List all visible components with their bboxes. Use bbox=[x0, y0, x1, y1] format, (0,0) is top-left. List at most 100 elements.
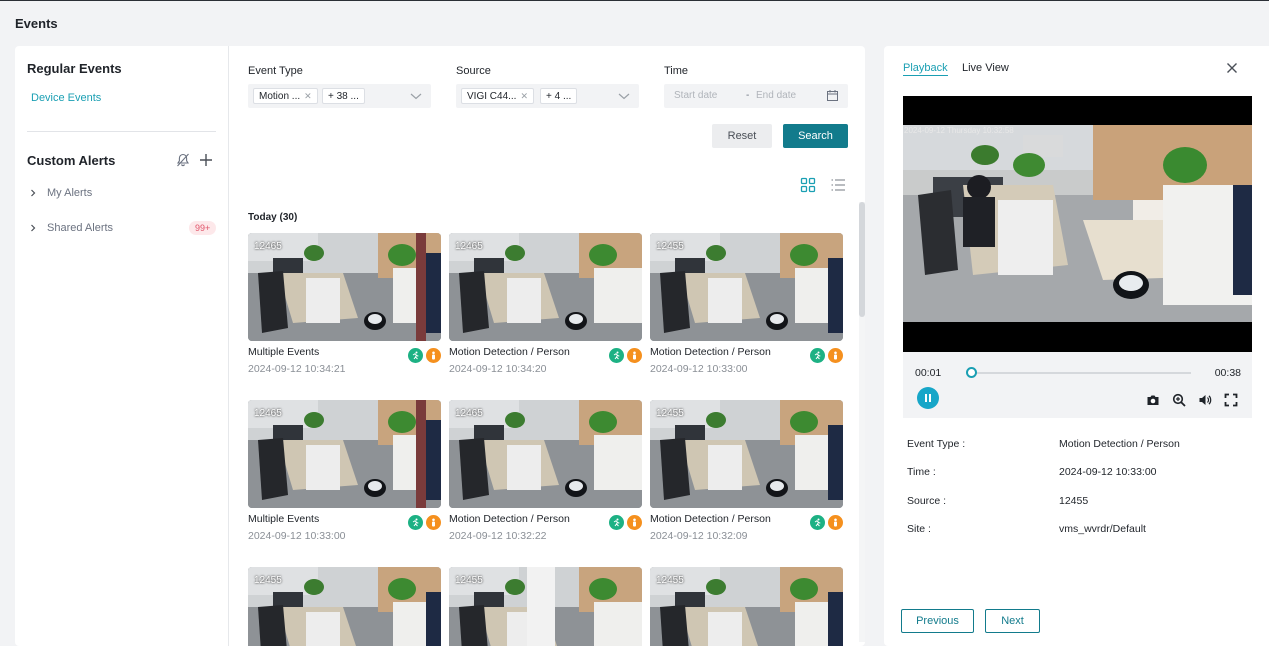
custom-alerts-title: Custom Alerts bbox=[27, 153, 116, 168]
chevron-down-icon bbox=[410, 93, 422, 100]
camera-id-label: 12465 bbox=[455, 408, 483, 419]
motion-icon bbox=[609, 348, 624, 363]
sidebar-item-my-alerts[interactable]: My Alerts bbox=[29, 187, 92, 199]
tab-playback[interactable]: Playback bbox=[903, 62, 948, 76]
event-time: 2024-09-12 10:34:21 bbox=[248, 363, 346, 375]
event-type-tag: Motion ... ✕ bbox=[253, 88, 318, 104]
event-type-icons bbox=[408, 515, 441, 530]
person-icon bbox=[627, 348, 642, 363]
tab-live-view[interactable]: Live View bbox=[962, 62, 1009, 74]
motion-icon bbox=[810, 515, 825, 530]
event-time: 2024-09-12 10:33:00 bbox=[248, 530, 346, 542]
camera-snapshot-icon[interactable] bbox=[1146, 393, 1160, 407]
sidebar-item-label: My Alerts bbox=[47, 187, 93, 199]
grid-view-icon[interactable] bbox=[800, 177, 816, 193]
sidebar-item-label: Shared Alerts bbox=[47, 222, 114, 234]
event-thumbnail[interactable]: 12455 bbox=[248, 567, 441, 646]
start-date-input[interactable]: Start date bbox=[674, 90, 717, 101]
event-thumbnail[interactable]: 12455 bbox=[650, 400, 843, 508]
detail-label: Time : bbox=[907, 466, 936, 478]
event-title: Motion Detection / Person bbox=[650, 513, 771, 525]
remove-tag-icon[interactable]: ✕ bbox=[520, 91, 528, 102]
source-label: Source bbox=[456, 65, 491, 77]
progress-handle[interactable] bbox=[966, 367, 978, 378]
event-thumbnail[interactable]: 12465 bbox=[248, 233, 441, 341]
events-main: Event Type Motion ... ✕ + 38 ... Source V… bbox=[230, 46, 865, 646]
remove-tag-icon[interactable]: ✕ bbox=[304, 91, 312, 102]
event-card[interactable]: 12465 Motion Detection / Person 2024-09-1… bbox=[449, 400, 642, 542]
event-type-icons bbox=[810, 515, 843, 530]
event-card[interactable]: 12455 Motion Detection / Person 2024-09-1… bbox=[650, 400, 843, 542]
source-select[interactable]: VIGI C44... ✕ + 4 ... bbox=[456, 84, 639, 108]
event-thumbnail[interactable]: 12455 bbox=[449, 567, 642, 646]
event-card[interactable]: 12455 bbox=[650, 567, 843, 646]
event-time: 2024-09-12 10:34:20 bbox=[449, 363, 547, 375]
event-type-more-text: + 38 ... bbox=[328, 90, 359, 102]
search-button[interactable]: Search bbox=[783, 124, 848, 148]
regular-events-title: Regular Events bbox=[27, 61, 122, 76]
detail-value: Motion Detection / Person bbox=[1059, 438, 1180, 450]
video-frame-image bbox=[903, 125, 1252, 322]
event-thumbnail[interactable]: 12455 bbox=[650, 233, 843, 341]
source-more-tag: + 4 ... bbox=[540, 88, 578, 104]
end-date-input[interactable]: End date bbox=[756, 90, 796, 101]
scrollbar-thumb[interactable] bbox=[859, 202, 865, 317]
event-thumbnail[interactable]: 12465 bbox=[449, 233, 642, 341]
camera-id-label: 12455 bbox=[254, 575, 282, 586]
total-time: 00:38 bbox=[1214, 367, 1241, 379]
detail-label: Site : bbox=[907, 523, 931, 535]
event-thumbnail[interactable]: 12465 bbox=[248, 400, 441, 508]
page-title: Events bbox=[15, 16, 58, 31]
event-thumbnail[interactable]: 12465 bbox=[449, 400, 642, 508]
event-type-label: Event Type bbox=[248, 65, 303, 77]
list-view-icon[interactable] bbox=[830, 177, 846, 193]
events-panel: Regular Events Device Events Custom Aler… bbox=[15, 46, 865, 646]
fullscreen-icon[interactable] bbox=[1224, 393, 1238, 407]
event-card[interactable]: 12465 Multiple Events 2024-09-12 10:34:21 bbox=[248, 233, 441, 375]
shared-alerts-count-badge: 99+ bbox=[189, 221, 217, 235]
window-top-border bbox=[0, 0, 1269, 1]
event-card[interactable]: 12465 Multiple Events 2024-09-12 10:33:00 bbox=[248, 400, 441, 542]
event-time: 2024-09-12 10:33:00 bbox=[650, 363, 748, 375]
event-type-icons bbox=[408, 348, 441, 363]
current-time: 00:01 bbox=[915, 367, 942, 379]
detail-value: 12455 bbox=[1059, 495, 1089, 507]
next-button[interactable]: Next bbox=[985, 609, 1040, 633]
event-card[interactable]: 12455 bbox=[449, 567, 642, 646]
event-type-icons bbox=[609, 348, 642, 363]
playback-controls: 00:01 00:38 bbox=[903, 352, 1252, 418]
zoom-in-icon[interactable] bbox=[1172, 393, 1186, 407]
motion-icon bbox=[408, 515, 423, 530]
calendar-icon[interactable] bbox=[826, 89, 839, 102]
event-thumbnail[interactable]: 12455 bbox=[650, 567, 843, 646]
event-type-icons bbox=[810, 348, 843, 363]
chevron-right-icon bbox=[31, 189, 36, 197]
progress-track[interactable] bbox=[968, 372, 1191, 374]
camera-id-label: 12455 bbox=[656, 575, 684, 586]
event-card[interactable]: 12465 Motion Detection / Person 2024-09-1… bbox=[449, 233, 642, 375]
event-type-select[interactable]: Motion ... ✕ + 38 ... bbox=[248, 84, 431, 108]
source-more-text: + 4 ... bbox=[546, 90, 572, 102]
volume-icon[interactable] bbox=[1198, 393, 1212, 407]
event-type-more-tag: + 38 ... bbox=[322, 88, 365, 104]
sidebar-item-device-events[interactable]: Device Events bbox=[31, 92, 101, 104]
person-icon bbox=[828, 515, 843, 530]
mute-alerts-icon[interactable] bbox=[174, 151, 192, 169]
reset-button[interactable]: Reset bbox=[712, 124, 772, 148]
close-icon[interactable] bbox=[1224, 60, 1240, 76]
source-tag-text: VIGI C44... bbox=[467, 90, 517, 102]
pause-button[interactable] bbox=[917, 387, 939, 409]
chevron-down-icon bbox=[618, 93, 630, 100]
event-card[interactable]: 12455 bbox=[248, 567, 441, 646]
date-range-picker[interactable]: Start date - End date bbox=[664, 84, 848, 108]
motion-icon bbox=[408, 348, 423, 363]
sidebar-divider bbox=[27, 131, 216, 132]
sidebar-item-shared-alerts[interactable]: Shared Alerts bbox=[29, 222, 113, 234]
add-alert-icon[interactable] bbox=[197, 151, 215, 169]
event-card[interactable]: 12455 Motion Detection / Person 2024-09-1… bbox=[650, 233, 843, 375]
source-tag: VIGI C44... ✕ bbox=[461, 88, 535, 104]
video-player[interactable]: 2024-09-12 Thursday 10:32:58 bbox=[903, 96, 1252, 352]
event-time: 2024-09-12 10:32:09 bbox=[650, 530, 748, 542]
event-title: Multiple Events bbox=[248, 346, 320, 358]
previous-button[interactable]: Previous bbox=[901, 609, 974, 633]
